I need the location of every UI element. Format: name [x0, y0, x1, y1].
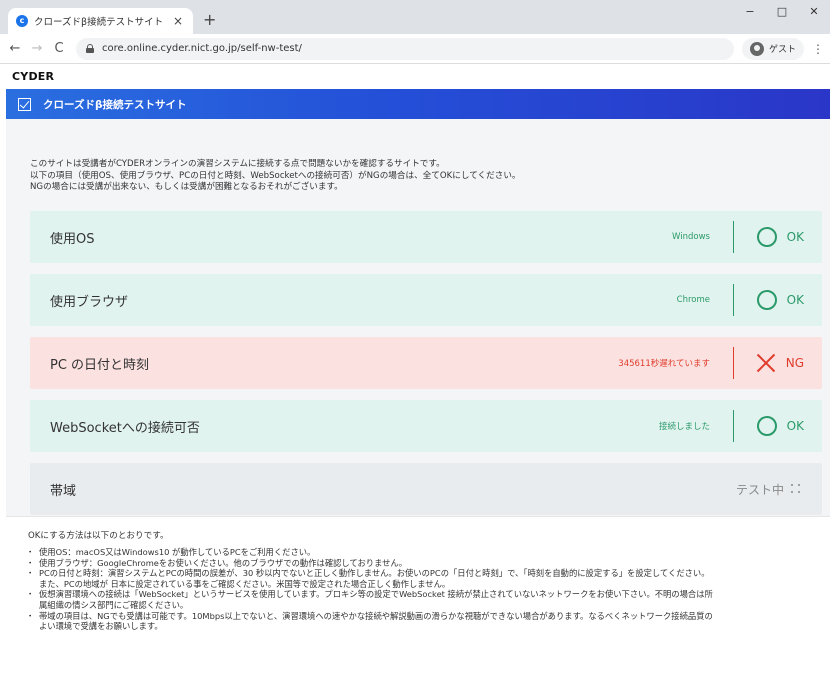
intro-text: このサイトは受講者がCYDERオンラインの演習システムに接続する点で問題ないかを…	[30, 159, 820, 194]
window-controls: − □ ✕	[734, 0, 830, 22]
note-line: 使用OS：macOS又はWindows10 が動作しているPCをご利用ください。	[39, 547, 316, 557]
brand-logo: CYDER	[12, 69, 55, 83]
check-label: 帯域	[50, 483, 77, 499]
check-detail: Chrome	[676, 295, 710, 305]
divider	[733, 347, 734, 379]
profile-icon	[749, 41, 764, 56]
note-line: 使用ブラウザ：GoogleChromeをお使いください。他のブラウザでの動作は確…	[39, 557, 408, 568]
profile-label: ゲスト	[768, 45, 796, 55]
note-line: 帯域の項目は、NGでも受講は可能です。10Mbps以上でないと、演習環境への速や…	[39, 610, 713, 621]
check-detail: Windows	[672, 232, 710, 242]
browser-tab[interactable]: c クローズドβ接続テストサイト ×	[8, 8, 193, 34]
note-line: 仮想演習環境への接続は「WebSocket」というサービスを使用しています。プロ…	[39, 589, 713, 600]
check-detail: 接続しました	[658, 422, 710, 432]
check-row-browser: 使用ブラウザ Chrome OK	[30, 274, 822, 326]
checkbox-icon	[18, 97, 31, 111]
intro-line: 以下の項目（使用OS、使用ブラウザ、PCの日付と時刻、WebSocketへの接続…	[30, 170, 521, 181]
ok-circle-icon	[756, 290, 777, 310]
list-item: 帯域の項目は、NGでも受講は可能です。10Mbps以上でないと、演習環境への速や…	[26, 610, 818, 632]
check-row-bandwidth: 帯域 テスト中	[30, 463, 822, 515]
status-text: テスト中	[735, 482, 784, 497]
new-tab-button[interactable]: +	[203, 12, 216, 28]
address-bar[interactable]: core.online.cyder.nict.go.jp/self-nw-tes…	[76, 37, 734, 60]
note-line: また、PCの地域が 日本に設定されている事をご確認ください。米国等で設定された場…	[39, 578, 451, 589]
url-text: core.online.cyder.nict.go.jp/self-nw-tes…	[102, 43, 302, 54]
check-label: PC の日付と時刻	[50, 357, 150, 373]
browser-tabstrip: c クローズドβ接続テストサイト × + − □ ✕	[0, 0, 830, 34]
forward-button[interactable]: →	[28, 41, 46, 56]
status-text: OK	[786, 419, 804, 433]
check-status: OK	[756, 227, 804, 247]
check-row-websocket: WebSocketへの接続可否 接続しました OK	[30, 400, 822, 452]
status-text: NG	[785, 356, 804, 370]
tab-close-icon[interactable]: ×	[171, 14, 185, 28]
loading-spinner-icon	[790, 483, 802, 495]
browser-toolbar: ← → C core.online.cyder.nict.go.jp/self-…	[0, 34, 830, 64]
site-header: クローズドβ接続テストサイト	[6, 89, 830, 119]
status-text: OK	[786, 293, 804, 307]
divider	[733, 221, 734, 253]
divider	[733, 284, 734, 316]
check-status: OK	[756, 290, 804, 310]
intro-line: NGの場合には受講が出来ない、もしくは受講が困難となるおそれがございます。	[30, 182, 343, 193]
check-detail: 345611秒遅れています	[618, 359, 710, 369]
check-row-datetime: PC の日付と時刻 345611秒遅れています NG	[30, 337, 822, 389]
notes-heading: OKにする方法は以下のとおりです。	[28, 531, 169, 541]
notes-list: 使用OS：macOS又はWindows10 が動作しているPCをご利用ください。…	[26, 547, 818, 632]
check-label: WebSocketへの接続可否	[50, 420, 200, 436]
brand-bar: CYDER	[0, 64, 830, 88]
check-status: OK	[756, 416, 804, 436]
list-item: 仮想演習環境への接続は「WebSocket」というサービスを使用しています。プロ…	[26, 589, 818, 610]
check-label: 使用ブラウザ	[50, 294, 129, 310]
reload-button[interactable]: C	[50, 41, 68, 56]
minimize-button[interactable]: −	[734, 0, 766, 22]
ok-circle-icon	[756, 416, 777, 436]
divider	[733, 410, 734, 442]
intro-line: このサイトは受講者がCYDERオンラインの演習システムに接続する点で問題ないかを…	[30, 159, 445, 169]
ng-cross-icon	[756, 353, 776, 373]
lock-icon	[86, 44, 94, 53]
profile-button[interactable]: ゲスト	[741, 37, 804, 60]
main-content: このサイトは受講者がCYDERオンラインの演習システムに接続する点で問題ないかを…	[6, 119, 830, 691]
notes-panel: OKにする方法は以下のとおりです。 使用OS：macOS又はWindows10 …	[6, 516, 830, 691]
close-window-button[interactable]: ✕	[798, 0, 830, 22]
tab-title: クローズドβ接続テストサイト	[34, 17, 164, 28]
site-favicon-icon: c	[16, 15, 28, 27]
browser-menu-icon[interactable]: ⋮	[812, 42, 824, 56]
check-label: 使用OS	[50, 231, 95, 247]
maximize-button[interactable]: □	[766, 0, 798, 22]
ok-circle-icon	[756, 227, 777, 247]
list-item: 使用OS：macOS又はWindows10 が動作しているPCをご利用ください。	[26, 547, 818, 558]
list-item: PCの日付と時刻：演習システムとPCの時間の誤差が、30 秒以内でないと正しく動…	[26, 568, 818, 589]
note-line: PCの日付と時刻：演習システムとPCの時間の誤差が、30 秒以内でないと正しく動…	[39, 568, 710, 579]
site-title: クローズドβ接続テストサイト	[43, 98, 187, 111]
back-button[interactable]: ←	[6, 41, 24, 56]
note-line: 属組織の情シス部門にご確認ください。	[39, 599, 189, 610]
note-line: よい環境で受講をお願いします。	[39, 621, 163, 632]
check-status: テスト中	[736, 481, 802, 498]
status-text: OK	[786, 230, 804, 244]
check-row-os: 使用OS Windows OK	[30, 211, 822, 263]
list-item: 使用ブラウザ：GoogleChromeをお使いください。他のブラウザでの動作は確…	[26, 557, 818, 569]
check-status: NG	[756, 353, 804, 373]
